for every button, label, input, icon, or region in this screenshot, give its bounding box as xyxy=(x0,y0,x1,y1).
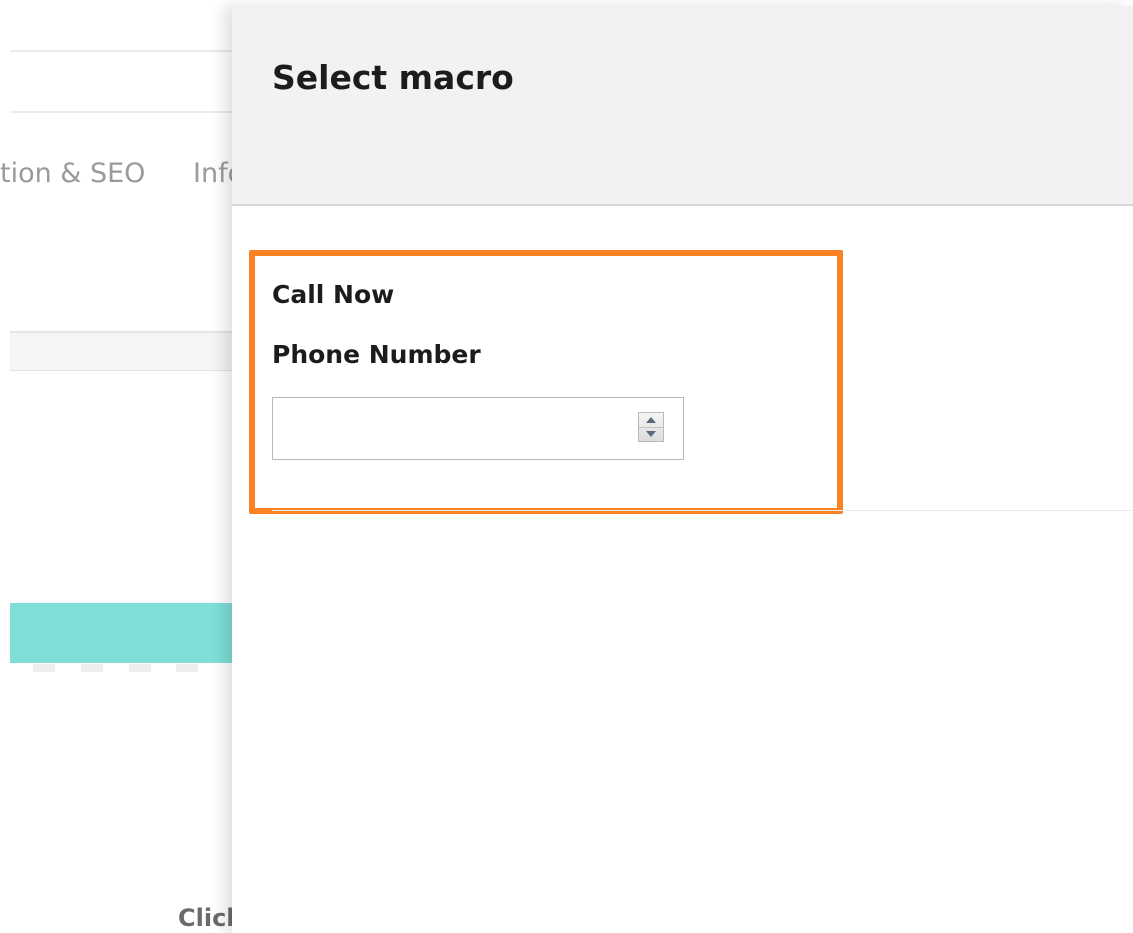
background-dash xyxy=(33,664,55,672)
number-spinner[interactable] xyxy=(638,412,664,442)
triangle-up-icon xyxy=(646,417,656,423)
background-dash xyxy=(81,664,103,672)
background-strip xyxy=(10,331,240,371)
triangle-down-icon xyxy=(646,431,656,437)
panel-title: Select macro xyxy=(272,58,514,97)
background-dash xyxy=(129,664,151,672)
spinner-down-button[interactable] xyxy=(639,427,663,441)
panel-header: Select macro xyxy=(232,6,1133,206)
select-macro-panel: Select macro Call Now Phone Number xyxy=(232,6,1133,933)
macro-title: Call Now xyxy=(272,280,395,309)
phone-number-label: Phone Number xyxy=(272,340,481,369)
page: tion & SEO Info Click Select macro Call … xyxy=(0,0,1133,933)
background-tab-seo[interactable]: tion & SEO xyxy=(0,158,145,189)
spinner-up-button[interactable] xyxy=(639,413,663,428)
background-dash xyxy=(176,664,198,672)
phone-number-input[interactable] xyxy=(272,397,684,460)
background-divider xyxy=(10,50,240,52)
background-teal-bar xyxy=(10,603,240,663)
background-page: tion & SEO Info Click xyxy=(0,0,244,933)
background-divider xyxy=(10,111,240,113)
section-divider xyxy=(272,510,1133,511)
